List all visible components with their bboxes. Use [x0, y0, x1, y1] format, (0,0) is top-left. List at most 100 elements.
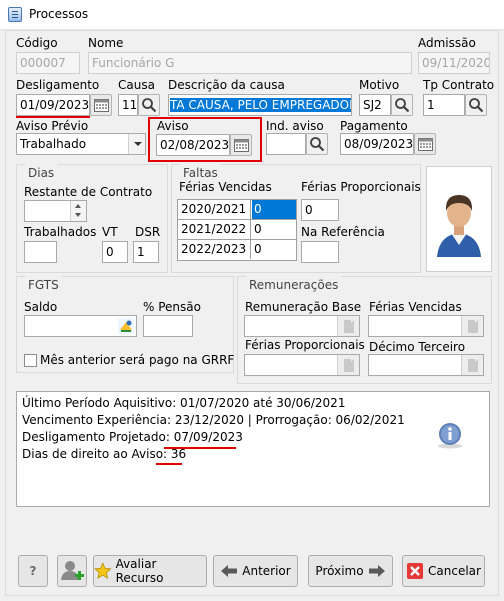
table-row[interactable]: 2021/2022 0 — [178, 220, 296, 240]
rem-ferias-prop-label: Férias Proporcionais — [245, 338, 365, 352]
info-periodo: Último Período Aquisitivo: 01/07/2020 at… — [22, 396, 346, 410]
pagamento-field[interactable]: 08/09/2023 — [340, 133, 414, 155]
chevron-down-icon[interactable] — [128, 134, 145, 154]
causa-search-button[interactable] — [138, 94, 160, 116]
calendar-icon — [234, 139, 249, 152]
anterior-label: Anterior — [242, 564, 291, 578]
rem-ferias-vencidas-field[interactable] — [368, 315, 484, 337]
faltas-grid[interactable]: 2020/2021 0 2021/2022 0 2022/2023 0 — [177, 199, 297, 261]
vt-field[interactable]: 0 — [102, 241, 128, 263]
ind-aviso-label: Ind. aviso — [266, 119, 324, 133]
rem-ferias-prop-field[interactable] — [244, 354, 360, 376]
trabalhados-label: Trabalhados — [24, 225, 97, 239]
ind-aviso-search-button[interactable] — [306, 133, 328, 155]
help-label: ? — [29, 564, 37, 578]
file-icon[interactable] — [337, 316, 359, 336]
file-icon[interactable] — [337, 355, 359, 375]
info-dias-aviso-value: 36 — [170, 447, 187, 461]
anterior-button[interactable]: Anterior — [213, 555, 298, 587]
vt-label: VT — [102, 225, 118, 239]
search-icon — [395, 98, 410, 113]
help-button[interactable]: ? — [18, 555, 48, 587]
admissao-field[interactable]: 09/11/2020 — [418, 52, 490, 74]
aviso-calendar-button[interactable] — [230, 134, 252, 156]
remuneracoes-title: Remunerações — [246, 276, 342, 292]
trabalhados-field[interactable] — [24, 241, 57, 263]
arrow-right-icon — [368, 565, 385, 577]
codigo-label: Código — [16, 36, 58, 50]
ind-aviso-field[interactable] — [266, 133, 306, 155]
faltas-title: Faltas — [180, 164, 221, 180]
table-row[interactable]: 2022/2023 0 — [178, 240, 296, 260]
tp-contrato-field[interactable]: 1 — [423, 94, 465, 116]
search-icon — [142, 98, 157, 113]
tp-contrato-search-button[interactable] — [465, 94, 487, 116]
saldo-label: Saldo — [24, 300, 58, 314]
fgts-calc-icon[interactable] — [117, 317, 135, 335]
app-icon — [8, 7, 22, 22]
rem-decimo-field[interactable] — [368, 354, 484, 376]
faltas-period: 2021/2022 — [178, 220, 251, 239]
restante-spinner[interactable] — [24, 200, 87, 222]
faltas-value[interactable]: 0 — [252, 220, 296, 239]
aviso-previo-value: Trabalhado — [20, 137, 87, 151]
descricao-label: Descrição da causa — [168, 78, 285, 92]
spinner-arrows-icon[interactable] — [70, 201, 86, 221]
ferias-vencidas-label: Férias Vencidas — [179, 180, 272, 194]
info-dias-aviso: Dias de direito ao Aviso: 36 — [22, 447, 186, 461]
na-referencia-field[interactable] — [301, 241, 339, 263]
causa-field[interactable]: 11 — [118, 94, 138, 116]
dias-aviso-red-underline — [156, 463, 182, 465]
info-icon — [438, 423, 462, 449]
descricao-field[interactable]: TA CAUSA, PELO EMPREGADOR — [168, 94, 352, 116]
motivo-field[interactable]: SJ2 — [359, 94, 391, 116]
avatar[interactable] — [426, 166, 492, 272]
info-vencimento: Vencimento Experiência: 23/12/2020 | Pro… — [22, 413, 405, 427]
aviso-previo-select[interactable]: Trabalhado — [16, 133, 146, 155]
codigo-field[interactable]: 000007 — [16, 52, 80, 74]
nome-field[interactable]: Funcionário G — [88, 52, 412, 74]
saldo-field[interactable] — [24, 315, 137, 337]
calendar-icon — [418, 138, 433, 151]
user-avatar-icon — [437, 195, 481, 257]
faltas-period: 2020/2021 — [178, 200, 251, 219]
pagamento-label: Pagamento — [340, 119, 408, 133]
add-user-button[interactable] — [57, 555, 87, 587]
dias-title: Dias — [25, 164, 58, 180]
nome-label: Nome — [88, 36, 124, 50]
grrf-checkbox[interactable] — [24, 354, 37, 367]
table-row[interactable]: 2020/2021 0 — [178, 200, 296, 220]
file-icon[interactable] — [461, 316, 483, 336]
info-dias-aviso-label: Dias de direito ao Aviso: — [22, 447, 171, 461]
proximo-button[interactable]: Próximo — [308, 555, 393, 587]
faltas-value[interactable]: 0 — [252, 200, 296, 219]
proximo-label: Próximo — [315, 564, 364, 578]
grrf-label: Mês anterior será pago na GRRF — [40, 353, 235, 367]
info-desligamento-label: Desligamento Projetado: — [22, 430, 174, 444]
file-icon[interactable] — [461, 355, 483, 375]
desligamento-label: Desligamento — [16, 78, 100, 92]
close-icon — [407, 563, 424, 579]
cancelar-button[interactable]: Cancelar — [402, 555, 485, 587]
info-panel: Último Período Aquisitivo: 01/07/2020 at… — [16, 391, 490, 507]
desligamento-calendar-button[interactable] — [90, 94, 112, 116]
desligamento-red-underline — [16, 116, 90, 118]
aviso-field[interactable]: 02/08/2023 — [156, 134, 230, 156]
desligamento-field[interactable]: 01/09/2023 — [16, 94, 90, 116]
ferias-proporcionais-field[interactable]: 0 — [301, 199, 339, 221]
causa-label: Causa — [118, 78, 155, 92]
rem-base-field[interactable] — [244, 315, 360, 337]
info-desligamento-value: 07/09/2023 — [173, 430, 243, 444]
dsr-field[interactable]: 1 — [133, 241, 159, 263]
motivo-label: Motivo — [359, 78, 400, 92]
motivo-search-button[interactable] — [391, 94, 413, 116]
faltas-period: 2022/2023 — [178, 240, 251, 259]
fgts-logo-icon — [118, 318, 134, 334]
avaliar-recurso-button[interactable]: Avaliar Recurso — [93, 555, 207, 587]
pagamento-calendar-button[interactable] — [414, 133, 436, 155]
calendar-icon — [94, 99, 109, 112]
fgts-title: FGTS — [25, 276, 62, 292]
pensao-field[interactable] — [143, 315, 193, 337]
rem-ferias-vencidas-label: Férias Vencidas — [369, 300, 462, 314]
faltas-value[interactable]: 0 — [252, 240, 296, 259]
